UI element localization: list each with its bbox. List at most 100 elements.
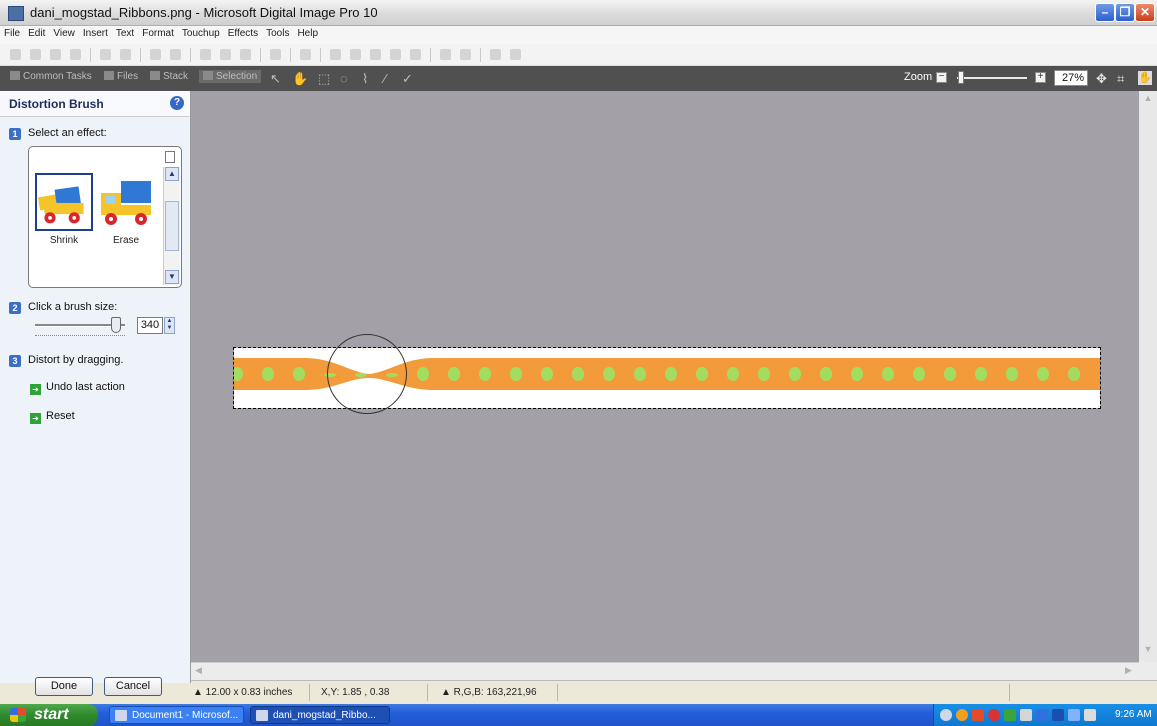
status-bar: ▲ 12.00 x 0.83 inches X,Y: 1.85 , 0.38 ▲… xyxy=(191,680,1157,704)
app-icon[interactable] xyxy=(8,6,24,21)
tasks-icon xyxy=(10,71,20,80)
panel-title: Distortion Brush xyxy=(9,97,104,111)
menu-tools[interactable]: Tools xyxy=(262,26,293,39)
ribbon-dot xyxy=(913,367,925,381)
effect-erase[interactable] xyxy=(97,173,155,231)
scroll-right-icon[interactable]: ▶ xyxy=(1125,665,1132,676)
reset-link[interactable]: ➔ Reset xyxy=(30,410,75,424)
effect-list-scrollbar[interactable]: ▲ ▼ xyxy=(163,167,180,285)
maximize-button[interactable]: ❐ xyxy=(1115,3,1135,22)
zoom-in-button[interactable]: + xyxy=(1035,72,1046,83)
tray-block-icon[interactable] xyxy=(988,709,1000,721)
tab-common-tasks[interactable]: Common Tasks xyxy=(10,71,92,82)
text-icon[interactable] xyxy=(270,49,281,60)
cancel-button[interactable]: Cancel xyxy=(104,677,162,696)
scroll-up-icon[interactable]: ▲ xyxy=(165,167,179,181)
lasso-tool-icon[interactable]: ◌ xyxy=(340,71,348,86)
color-icon[interactable] xyxy=(460,49,471,60)
magnet-tool-icon[interactable]: ⌇ xyxy=(362,71,368,87)
tray-volume-icon[interactable] xyxy=(1020,709,1032,721)
pan-icon[interactable]: ✥ xyxy=(1096,71,1107,87)
undo-link[interactable]: ➔ Undo last action xyxy=(30,381,125,395)
tray-network-icon[interactable] xyxy=(956,709,968,721)
effect-shrink[interactable] xyxy=(35,173,93,231)
pointer-tool-icon[interactable]: ↖ xyxy=(270,71,281,87)
rotate-left-icon[interactable] xyxy=(350,49,361,60)
scan-icon[interactable] xyxy=(50,49,61,60)
copy-icon[interactable] xyxy=(220,49,231,60)
wand-tool-icon[interactable]: ⁄ xyxy=(384,71,386,86)
redo-icon[interactable] xyxy=(170,49,181,60)
flip-icon[interactable] xyxy=(330,49,341,60)
scroll-down-icon[interactable]: ▼ xyxy=(1141,644,1155,658)
tray-connection-icon[interactable] xyxy=(1068,709,1080,721)
zoom-slider-track[interactable] xyxy=(957,77,1027,79)
tray-monitor-icon[interactable] xyxy=(1052,709,1064,721)
crop-icon[interactable] xyxy=(390,49,401,60)
wand-icon[interactable] xyxy=(510,49,521,60)
menu-edit[interactable]: Edit xyxy=(24,26,49,39)
rotate-right-icon[interactable] xyxy=(370,49,381,60)
resize-icon[interactable] xyxy=(165,151,175,163)
canvas-horizontal-scrollbar[interactable]: ◀ ▶ xyxy=(191,662,1139,680)
brush-size-thumb[interactable] xyxy=(111,317,121,333)
taskbar-item-image-pro[interactable]: dani_mogstad_Ribbo... xyxy=(250,706,390,724)
menu-format[interactable]: Format xyxy=(138,26,178,39)
tab-selection[interactable]: Selection xyxy=(199,70,262,83)
scroll-left-icon[interactable]: ◀ xyxy=(195,665,202,676)
new-icon[interactable] xyxy=(10,49,21,60)
done-button[interactable]: Done xyxy=(35,677,93,696)
brush-size-value[interactable]: 340 xyxy=(137,317,163,334)
canvas-vertical-scrollbar[interactable]: ▲ ▼ xyxy=(1139,91,1157,662)
save-icon[interactable] xyxy=(70,49,81,60)
minimize-button[interactable]: – xyxy=(1095,3,1115,22)
tray-app-icon[interactable] xyxy=(972,709,984,721)
menu-text[interactable]: Text xyxy=(112,26,138,39)
selection-icon xyxy=(203,71,213,80)
menu-effects[interactable]: Effects xyxy=(224,26,262,39)
tab-files[interactable]: Files xyxy=(104,71,138,82)
touchup-icon[interactable] xyxy=(300,49,311,60)
tray-users-icon[interactable] xyxy=(1004,709,1016,721)
fit-icon[interactable]: ⌗ xyxy=(1117,71,1124,87)
tray-display-icon[interactable] xyxy=(1084,709,1096,721)
undo-icon[interactable] xyxy=(150,49,161,60)
tray-expand-icon[interactable] xyxy=(940,709,952,721)
ribbon-dot xyxy=(541,367,553,381)
brush-size-spinner[interactable]: ▲ ▼ xyxy=(164,317,175,334)
menu-view[interactable]: View xyxy=(49,26,79,39)
print-icon[interactable] xyxy=(100,49,111,60)
ribbon-dot xyxy=(944,367,956,381)
zoom-out-button[interactable]: − xyxy=(936,72,947,83)
paste-icon[interactable] xyxy=(240,49,251,60)
tray-shield-icon[interactable] xyxy=(1036,709,1048,721)
menu-touchup[interactable]: Touchup xyxy=(178,26,224,39)
scroll-down-icon[interactable]: ▼ xyxy=(165,270,179,284)
menu-insert[interactable]: Insert xyxy=(79,26,112,39)
effects-icon[interactable] xyxy=(490,49,501,60)
ribbon-dot xyxy=(603,367,615,381)
close-button[interactable]: ✕ xyxy=(1135,3,1155,22)
cut-icon[interactable] xyxy=(200,49,211,60)
brightness-icon[interactable] xyxy=(440,49,451,60)
scroll-thumb[interactable] xyxy=(165,201,179,251)
menu-help[interactable]: Help xyxy=(293,26,322,39)
start-button[interactable]: start xyxy=(0,704,98,726)
taskbar-item-document[interactable]: Document1 - Microsof... xyxy=(109,706,244,724)
email-icon[interactable] xyxy=(120,49,131,60)
scroll-up-icon[interactable]: ▲ xyxy=(1141,93,1155,107)
resize-icon[interactable] xyxy=(410,49,421,60)
tab-stack[interactable]: Stack xyxy=(150,71,188,82)
hand-tool-icon[interactable]: ✋ xyxy=(292,71,308,87)
check-tool-icon[interactable]: ✓ xyxy=(402,71,413,87)
open-icon[interactable] xyxy=(30,49,41,60)
ribbon-dot xyxy=(696,367,708,381)
zoom-slider-thumb[interactable] xyxy=(958,71,964,84)
select-tool-icon[interactable]: ⬚ xyxy=(318,71,330,87)
erase-truck-icon xyxy=(101,181,151,225)
ribbon-dot xyxy=(851,367,863,381)
menu-file[interactable]: File xyxy=(0,26,24,39)
help-icon[interactable]: ? xyxy=(170,96,184,110)
zoom-value[interactable]: 27% xyxy=(1054,70,1088,86)
hand-icon[interactable]: ✋ xyxy=(1138,71,1152,85)
